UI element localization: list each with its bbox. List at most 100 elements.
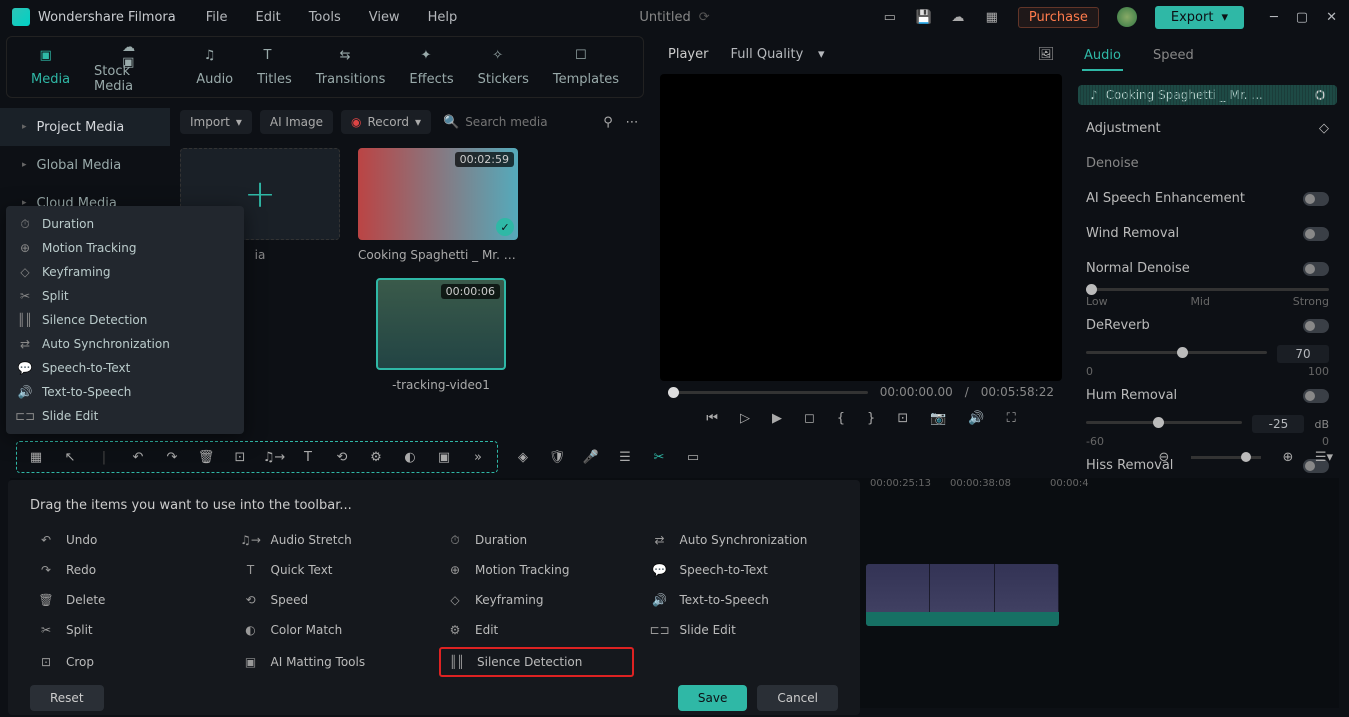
mixer-icon[interactable]: ☰ bbox=[616, 448, 634, 466]
normal-denoise-slider[interactable] bbox=[1086, 288, 1329, 291]
popup-save-button[interactable]: Save bbox=[678, 685, 747, 711]
quality-dropdown[interactable]: Full Quality▾ bbox=[722, 44, 832, 65]
popup-item-redo[interactable]: ↷Redo bbox=[30, 557, 225, 583]
ctx-motion-tracking[interactable]: ⊕Motion Tracking bbox=[6, 236, 244, 260]
ctx-keyframing[interactable]: ◇Keyframing bbox=[6, 260, 244, 284]
tab-titles[interactable]: TTitles bbox=[245, 42, 304, 93]
adjustment-header[interactable]: Adjustment◇ bbox=[1070, 111, 1345, 146]
media-clip[interactable]: 00:00:06 -tracking-video1 bbox=[376, 278, 506, 392]
tab-effects[interactable]: ✦Effects bbox=[397, 42, 465, 93]
wind-toggle[interactable] bbox=[1303, 227, 1329, 241]
tab-media[interactable]: ▣Media bbox=[19, 42, 82, 93]
popup-item-speed[interactable]: ⟲Speed bbox=[235, 587, 430, 613]
edit-icon[interactable]: ⚙ bbox=[367, 448, 385, 466]
menu-tools[interactable]: Tools bbox=[309, 10, 341, 25]
popup-item-edit[interactable]: ⚙Edit bbox=[439, 617, 634, 643]
dereverb-slider[interactable] bbox=[1086, 351, 1267, 354]
menu-file[interactable]: File bbox=[206, 10, 228, 25]
screen-icon[interactable]: ▭ bbox=[882, 9, 898, 25]
tab-stickers[interactable]: ✧Stickers bbox=[466, 42, 541, 93]
split-marker-icon[interactable]: ✂ bbox=[650, 448, 668, 466]
cursor-icon[interactable]: ↖ bbox=[61, 448, 79, 466]
ai-speech-toggle[interactable] bbox=[1303, 192, 1329, 206]
record-button[interactable]: ◉Record▾ bbox=[341, 110, 431, 134]
mic-icon[interactable]: 🎤 bbox=[582, 448, 600, 466]
crop-icon[interactable]: ⊡ bbox=[231, 448, 249, 466]
minimize-icon[interactable]: ─ bbox=[1270, 10, 1278, 25]
close-icon[interactable]: ✕ bbox=[1326, 10, 1337, 25]
ctx-slide-edit[interactable]: ⊏⊐Slide Edit bbox=[6, 404, 244, 428]
avatar-icon[interactable] bbox=[1117, 7, 1137, 27]
mark-out-icon[interactable]: } bbox=[867, 411, 875, 426]
expand-icon[interactable]: » bbox=[469, 448, 487, 466]
popup-item-silence-detection[interactable]: ║║Silence Detection bbox=[439, 647, 634, 677]
popup-item-split[interactable]: ✂Split bbox=[30, 617, 225, 643]
more-icon[interactable]: ⋯ bbox=[624, 114, 640, 130]
delete-icon[interactable]: 🗑 bbox=[197, 448, 215, 466]
diamond-icon[interactable]: ◇ bbox=[1319, 121, 1329, 136]
layout-icon[interactable]: ▦ bbox=[27, 448, 45, 466]
tab-transitions[interactable]: ⇆Transitions bbox=[304, 42, 398, 93]
sidebar-item-global[interactable]: ▸Global Media bbox=[0, 146, 170, 184]
audio-clip-chip[interactable]: ♪ Cooking Spaghetti _ Mr. ... bbox=[1078, 85, 1337, 105]
rtab-speed[interactable]: Speed bbox=[1151, 42, 1196, 71]
popup-reset-button[interactable]: Reset bbox=[30, 685, 104, 711]
popup-item-duration[interactable]: ⏱Duration bbox=[439, 527, 634, 553]
popup-item-ai-matting-tools[interactable]: ▣AI Matting Tools bbox=[235, 647, 430, 677]
menu-view[interactable]: View bbox=[369, 10, 400, 25]
maximize-icon[interactable]: ▢ bbox=[1296, 10, 1308, 25]
audio-stretch-icon[interactable]: ♫→ bbox=[265, 448, 283, 466]
search-field[interactable]: 🔍 bbox=[439, 115, 592, 130]
normal-denoise-toggle[interactable] bbox=[1303, 262, 1329, 276]
ctx-duration[interactable]: ⏱Duration bbox=[6, 212, 244, 236]
filter-icon[interactable]: ⚲ bbox=[600, 114, 616, 130]
zoom-out-icon[interactable]: ⊖ bbox=[1155, 448, 1173, 466]
hum-toggle[interactable] bbox=[1303, 389, 1329, 403]
cloud-icon[interactable]: ☁ bbox=[950, 9, 966, 25]
search-input[interactable] bbox=[465, 115, 575, 129]
player-tab[interactable]: Player bbox=[668, 47, 708, 62]
save-icon[interactable]: 💾 bbox=[916, 9, 932, 25]
dereverb-toggle[interactable] bbox=[1303, 319, 1329, 333]
ctx-speech-to-text[interactable]: 💬Speech-to-Text bbox=[6, 356, 244, 380]
export-button[interactable]: Export▾ bbox=[1155, 6, 1244, 29]
ai-matting-icon[interactable]: ▣ bbox=[435, 448, 453, 466]
tab-audio[interactable]: ♫Audio bbox=[184, 42, 245, 93]
play-icon[interactable]: ▷ bbox=[740, 411, 750, 426]
tab-templates[interactable]: ☐Templates bbox=[541, 42, 631, 93]
fullscreen-icon[interactable]: ⛶ bbox=[1007, 411, 1016, 426]
prev-frame-icon[interactable]: ⏮ bbox=[706, 411, 718, 426]
popup-item-quick-text[interactable]: TQuick Text bbox=[235, 557, 430, 583]
redo-icon[interactable]: ↷ bbox=[163, 448, 181, 466]
popup-item-color-match[interactable]: ◐Color Match bbox=[235, 617, 430, 643]
popup-item-motion-tracking[interactable]: ⊕Motion Tracking bbox=[439, 557, 634, 583]
undo-icon[interactable]: ↶ bbox=[129, 448, 147, 466]
mark-in-icon[interactable]: { bbox=[837, 411, 845, 426]
popup-item-crop[interactable]: ⊡Crop bbox=[30, 647, 225, 677]
dereverb-value[interactable]: 70 bbox=[1277, 345, 1329, 363]
text-icon[interactable]: T bbox=[299, 448, 317, 466]
sync-icon[interactable]: ⟳ bbox=[699, 10, 710, 25]
timeline-clip[interactable] bbox=[866, 564, 1059, 626]
rtab-audio[interactable]: Audio bbox=[1082, 42, 1123, 71]
stop-icon[interactable]: ◻ bbox=[804, 411, 815, 426]
image-icon[interactable]: 🖼 bbox=[1038, 46, 1054, 62]
purchase-button[interactable]: Purchase bbox=[1018, 7, 1099, 28]
play-all-icon[interactable]: ▶ bbox=[772, 411, 782, 426]
hum-value[interactable]: -25 bbox=[1252, 415, 1304, 433]
ctx-split[interactable]: ✂Split bbox=[6, 284, 244, 308]
sidebar-item-project[interactable]: ▸Project Media bbox=[0, 108, 170, 146]
list-icon[interactable]: ☰▾ bbox=[1315, 448, 1333, 466]
menu-help[interactable]: Help bbox=[428, 10, 458, 25]
snapshot-icon[interactable]: 📷 bbox=[930, 411, 946, 426]
ctx-auto-sync[interactable]: ⇄Auto Synchronization bbox=[6, 332, 244, 356]
zoom-in-icon[interactable]: ⊕ bbox=[1279, 448, 1297, 466]
ai-image-button[interactable]: AI Image bbox=[260, 110, 333, 134]
popup-item-delete[interactable]: 🗑Delete bbox=[30, 587, 225, 613]
popup-item-text-to-speech[interactable]: 🔊Text-to-Speech bbox=[644, 587, 839, 613]
ctx-text-to-speech[interactable]: 🔊Text-to-Speech bbox=[6, 380, 244, 404]
color-icon[interactable]: ◐ bbox=[401, 448, 419, 466]
popup-cancel-button[interactable]: Cancel bbox=[757, 685, 838, 711]
ctx-silence-detection[interactable]: ║║Silence Detection bbox=[6, 308, 244, 332]
shield-icon[interactable]: 🛡 bbox=[548, 448, 566, 466]
